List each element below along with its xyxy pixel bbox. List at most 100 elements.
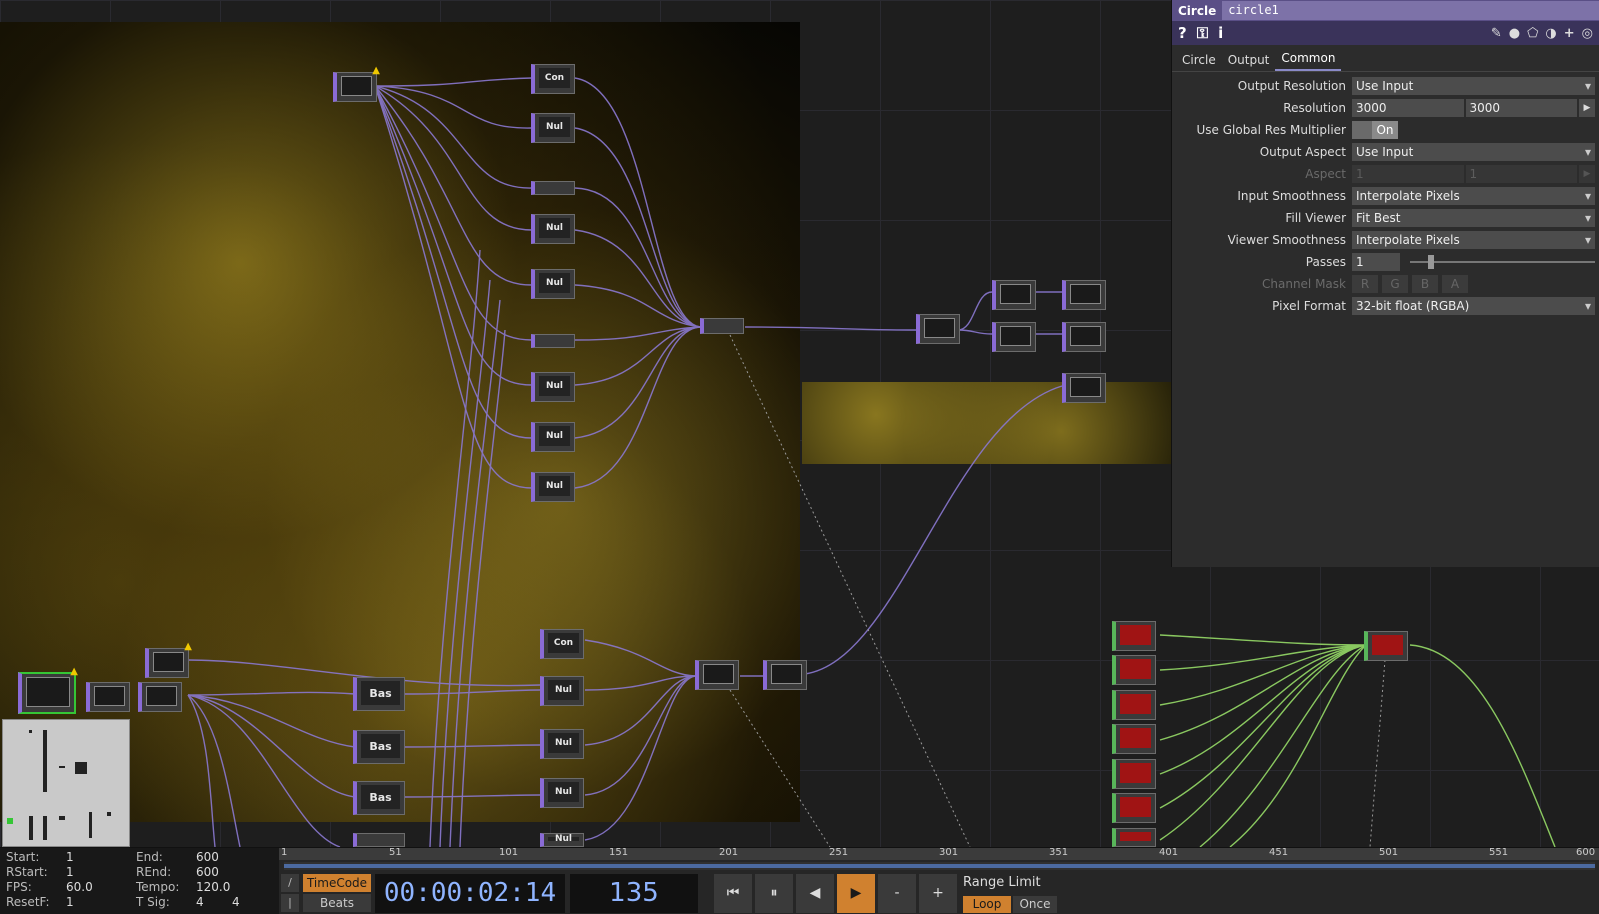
transport-controls: / | TimeCode Beats 00:00:02:14 135 ⏮ ⏸ ◀…: [279, 872, 1599, 914]
tempo-value[interactable]: 120.0: [196, 880, 230, 894]
fill-viewer-menu[interactable]: Fit Best: [1352, 209, 1595, 227]
node-nul-5[interactable]: Nul: [531, 422, 575, 452]
start-value[interactable]: 1: [66, 850, 74, 864]
play-reverse-icon[interactable]: ◀: [796, 874, 834, 913]
timeline-bar: Start: 1 End: 600 RStart: 1 REnd: 600 FP…: [0, 847, 1599, 914]
loop-button[interactable]: Loop: [963, 896, 1011, 913]
node-nul-8[interactable]: Nul: [540, 729, 584, 759]
warning-icon: ▲: [372, 65, 380, 76]
tab-output[interactable]: Output: [1222, 53, 1276, 71]
operator-name-field[interactable]: circle1: [1222, 1, 1599, 20]
pixel-format-menu[interactable]: 32-bit float (RGBA): [1352, 297, 1595, 315]
passes-slider[interactable]: 1: [1352, 253, 1595, 271]
node-movie-7[interactable]: [1112, 828, 1156, 847]
tab-common[interactable]: Common: [1275, 51, 1342, 71]
node-top-d[interactable]: [1062, 280, 1106, 310]
resolution-width-field[interactable]: 3000: [1352, 99, 1464, 117]
play-icon[interactable]: ▶: [837, 874, 875, 913]
step-forward-button[interactable]: +: [919, 874, 957, 913]
node-top-warning[interactable]: ▲: [333, 65, 380, 102]
timeline-range-bar[interactable]: [284, 862, 1595, 870]
warning-icon: ▲: [70, 666, 78, 677]
frame-display[interactable]: 135: [570, 874, 698, 913]
bar-toggle[interactable]: |: [281, 894, 299, 912]
node-top-e[interactable]: [1062, 322, 1106, 352]
python-help-icon[interactable]: ⚿: [1197, 24, 1208, 42]
comment-icon[interactable]: ●: [1509, 26, 1520, 41]
tsig-a-value[interactable]: 4: [196, 895, 204, 909]
once-button[interactable]: Once: [1013, 896, 1057, 913]
beats-button[interactable]: Beats: [303, 894, 371, 912]
node-comp[interactable]: [1364, 631, 1408, 661]
step-back-button[interactable]: -: [878, 874, 916, 913]
node-switch[interactable]: [695, 660, 739, 690]
node-movie-3[interactable]: [1112, 690, 1156, 720]
timeline-ruler[interactable]: 1 51 101 151 201 251 301 351 401 451 501…: [279, 847, 1599, 860]
output-resolution-menu[interactable]: Use Input: [1352, 77, 1595, 95]
end-value[interactable]: 600: [196, 850, 219, 864]
add-icon[interactable]: +: [1564, 26, 1575, 41]
fps-value[interactable]: 60.0: [66, 880, 93, 894]
timecode-button[interactable]: TimeCode: [303, 874, 371, 892]
node-null-out[interactable]: [86, 682, 130, 712]
node-bar-2[interactable]: [531, 334, 575, 348]
node-top-c[interactable]: [992, 322, 1036, 352]
tag-icon[interactable]: ⬠: [1527, 26, 1538, 41]
node-nul-2[interactable]: Nul: [531, 214, 575, 244]
timecode-display[interactable]: 00:00:02:14: [375, 874, 565, 913]
node-nul-3[interactable]: Nul: [531, 269, 575, 299]
slider-knob[interactable]: [1428, 255, 1434, 269]
target-icon[interactable]: ◎: [1582, 26, 1593, 41]
node-con-1[interactable]: Con: [531, 64, 575, 94]
node-top-warning-2[interactable]: ▲: [145, 641, 192, 678]
node-bas-4[interactable]: [353, 833, 405, 847]
resolution-height-field[interactable]: 3000: [1465, 99, 1577, 117]
node-movie-1[interactable]: [1112, 621, 1156, 651]
skip-to-start-icon[interactable]: ⏮: [714, 874, 752, 913]
help-icon[interactable]: ?: [1178, 24, 1187, 42]
info-icon[interactable]: i: [1218, 24, 1223, 42]
tab-circle[interactable]: Circle: [1176, 53, 1222, 71]
node-nul-7[interactable]: Nul: [540, 676, 584, 706]
passes-field[interactable]: 1: [1352, 253, 1400, 271]
node-circle1-selected[interactable]: ▲: [18, 666, 78, 714]
node-bar-1[interactable]: [531, 181, 575, 195]
param-channel-mask: Channel Mask R G B A: [1172, 273, 1599, 295]
python-icon[interactable]: ◑: [1545, 26, 1556, 41]
tsig-b-value[interactable]: 4: [232, 895, 240, 909]
node-bas-3[interactable]: Bas: [353, 781, 405, 815]
node-nul-4[interactable]: Nul: [531, 372, 575, 402]
param-fill-viewer: Fill Viewer Fit Best: [1172, 207, 1599, 229]
pause-icon[interactable]: ⏸: [755, 874, 793, 913]
node-transform[interactable]: [138, 682, 182, 712]
viewer-smoothness-menu[interactable]: Interpolate Pixels: [1352, 231, 1595, 249]
pencil-icon[interactable]: ✎: [1491, 26, 1502, 41]
global-res-toggle[interactable]: On: [1352, 121, 1398, 139]
network-minimap[interactable]: [2, 719, 130, 847]
expand-arrow-icon: ▶: [1579, 165, 1595, 183]
slash-toggle[interactable]: /: [281, 874, 299, 892]
output-aspect-menu[interactable]: Use Input: [1352, 143, 1595, 161]
node-movie-6[interactable]: [1112, 793, 1156, 823]
node-movie-2[interactable]: [1112, 655, 1156, 685]
param-output-aspect: Output Aspect Use Input: [1172, 141, 1599, 163]
node-nul-1[interactable]: Nul: [531, 113, 575, 143]
node-top-b[interactable]: [992, 280, 1036, 310]
rend-value[interactable]: 600: [196, 865, 219, 879]
node-bas-1[interactable]: Bas: [353, 677, 405, 711]
input-smoothness-menu[interactable]: Interpolate Pixels: [1352, 187, 1595, 205]
node-null-final[interactable]: [763, 660, 807, 690]
node-merge-bar[interactable]: [700, 318, 744, 334]
node-bas-2[interactable]: Bas: [353, 730, 405, 764]
expand-arrow-icon[interactable]: ▶: [1579, 99, 1595, 117]
node-movie-5[interactable]: [1112, 759, 1156, 789]
node-con-2[interactable]: Con: [540, 629, 584, 659]
rstart-value[interactable]: 1: [66, 865, 74, 879]
node-nul-10[interactable]: Nul: [540, 833, 584, 847]
node-nul-6[interactable]: Nul: [531, 472, 575, 502]
node-top-a[interactable]: [916, 314, 960, 344]
node-top-f[interactable]: [1062, 373, 1106, 403]
node-nul-9[interactable]: Nul: [540, 778, 584, 808]
node-movie-4[interactable]: [1112, 724, 1156, 754]
resetf-value[interactable]: 1: [66, 895, 74, 909]
